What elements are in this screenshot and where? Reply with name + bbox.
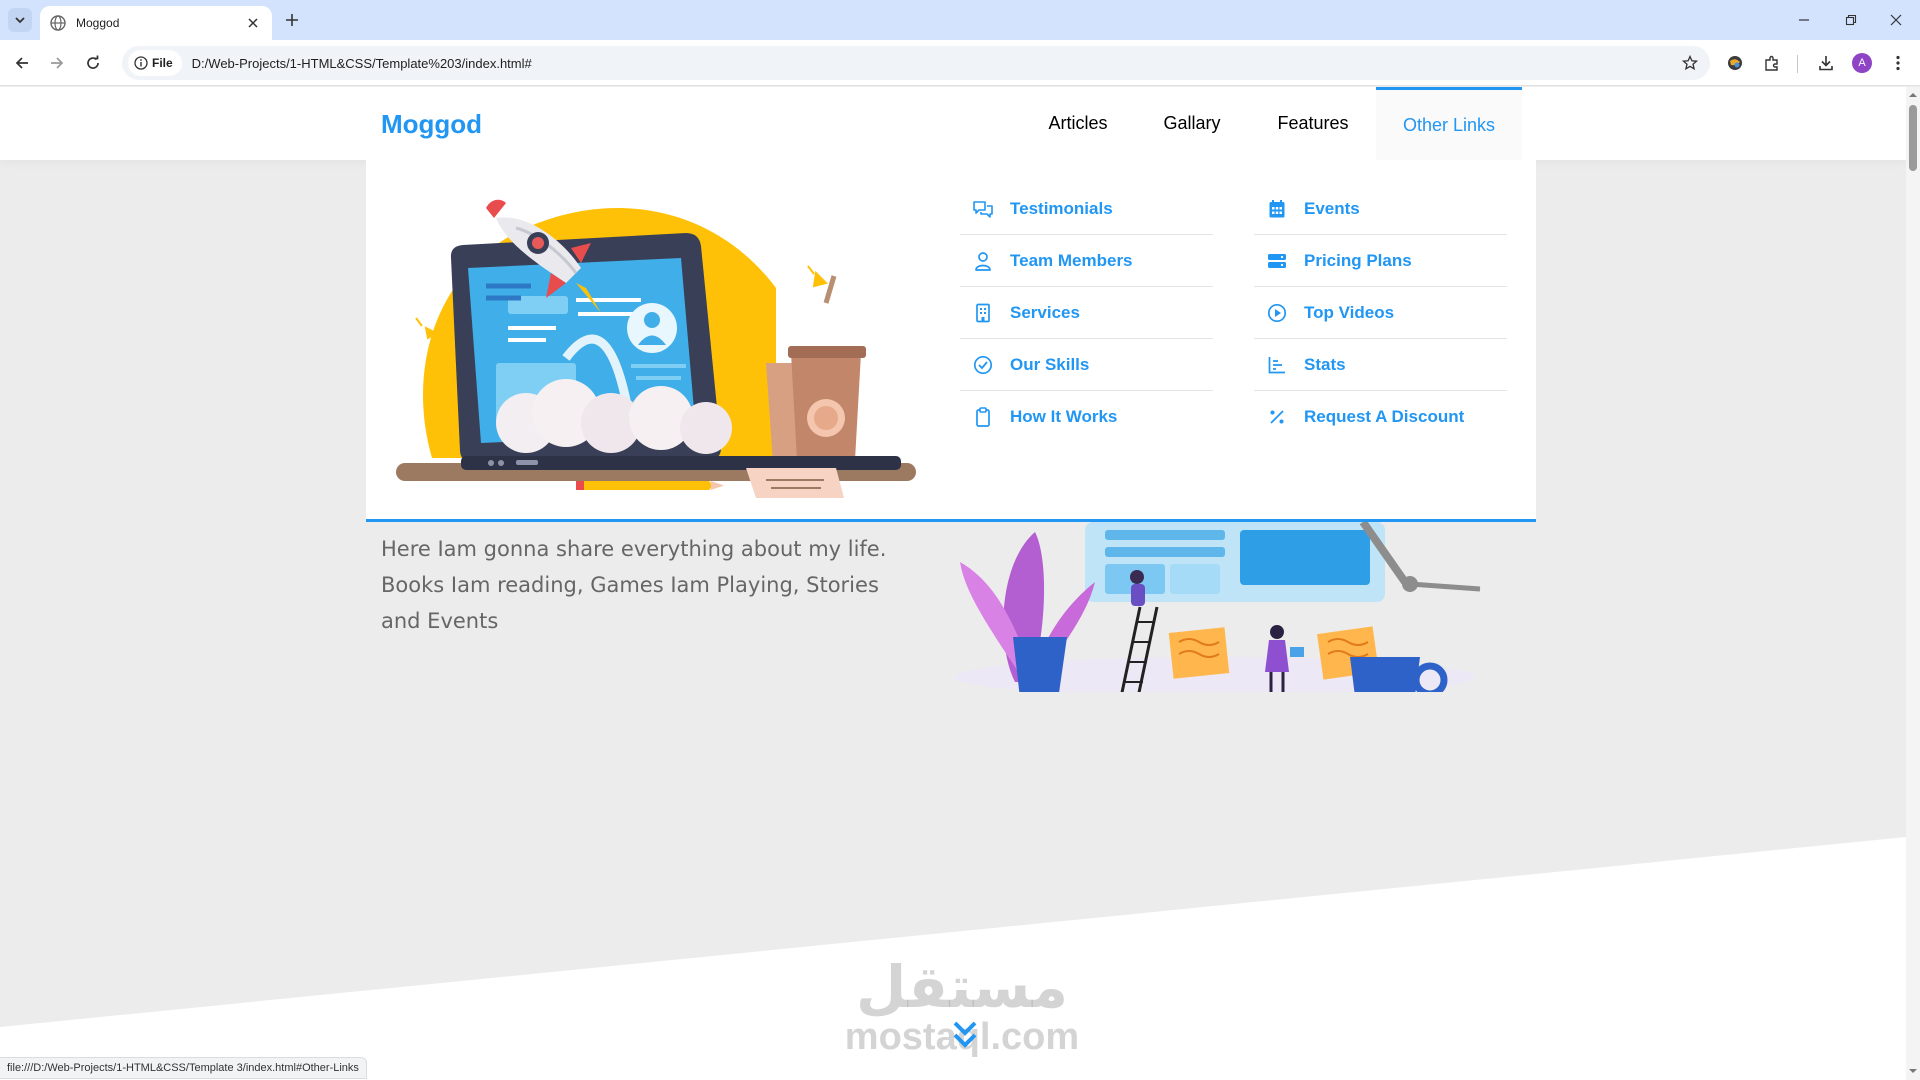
downloads-icon[interactable] xyxy=(1814,51,1838,75)
back-button[interactable] xyxy=(10,51,34,75)
nav-link-gallary[interactable]: Gallary xyxy=(1137,87,1247,160)
mega-link-services[interactable]: Services xyxy=(960,287,1213,339)
scrollbar-thumb[interactable] xyxy=(1909,105,1917,171)
minimize-icon xyxy=(1799,19,1809,21)
clipboard-icon xyxy=(972,406,994,428)
double-chevron-down-icon xyxy=(953,1021,977,1048)
mega-link-label: Team Members xyxy=(1010,250,1133,270)
page-viewport: Moggod Articles Gallary Features Other L… xyxy=(0,87,1906,1080)
mega-menu-column-1: Testimonials Team Members Services Our S… xyxy=(960,183,1213,443)
check-circle-icon xyxy=(972,354,994,376)
toolbar-divider xyxy=(1797,55,1798,73)
forward-button[interactable] xyxy=(45,51,69,75)
kebab-menu-icon[interactable] xyxy=(1886,51,1910,75)
arrow-left-icon xyxy=(15,57,28,69)
nav-link-articles[interactable]: Articles xyxy=(1028,87,1128,160)
comments-icon xyxy=(972,198,994,220)
mega-link-label: Our Skills xyxy=(1010,354,1090,374)
scroll-down-button[interactable] xyxy=(950,1017,980,1053)
page-scrollbar[interactable] xyxy=(1906,87,1920,1080)
extensions-puzzle-icon[interactable] xyxy=(1760,51,1784,75)
profile-avatar[interactable]: A xyxy=(1850,51,1874,75)
reload-button[interactable] xyxy=(81,51,105,75)
mega-link-top-videos[interactable]: Top Videos xyxy=(1254,287,1507,339)
mega-link-label: Events xyxy=(1304,198,1360,218)
site-header: Moggod Articles Gallary Features Other L… xyxy=(0,87,1906,160)
browser-tab[interactable]: Moggod xyxy=(40,6,272,40)
browser-toolbar: File D:/Web-Projects/1-HTML&CSS/Template… xyxy=(0,40,1920,86)
tab-search-button[interactable] xyxy=(8,8,32,32)
watermark-arabic: مستقل xyxy=(855,953,1069,1021)
mega-link-label: Pricing Plans xyxy=(1304,250,1412,270)
mega-link-testimonials[interactable]: Testimonials xyxy=(960,183,1213,235)
server-icon xyxy=(1266,250,1288,272)
mega-menu-column-2: Events Pricing Plans Top Videos Stats Re… xyxy=(1254,183,1507,443)
mega-link-events[interactable]: Events xyxy=(1254,183,1507,235)
chart-bars-icon xyxy=(1266,354,1288,376)
mega-link-pricing-plans[interactable]: Pricing Plans xyxy=(1254,235,1507,287)
mega-link-label: Testimonials xyxy=(1010,198,1113,218)
extension-globe-icon[interactable] xyxy=(1723,51,1747,75)
reload-icon xyxy=(87,55,99,69)
mega-link-label: Stats xyxy=(1304,354,1346,374)
tab-title: Moggod xyxy=(76,16,120,30)
mega-link-how-it-works[interactable]: How It Works xyxy=(960,391,1213,443)
scroll-down-arrow-icon[interactable] xyxy=(1909,1067,1917,1075)
user-icon xyxy=(972,250,994,272)
site-chip-label: File xyxy=(152,56,173,70)
link-status-bar: file:///D:/Web-Projects/1-HTML&CSS/Templ… xyxy=(0,1057,367,1079)
mega-link-our-skills[interactable]: Our Skills xyxy=(960,339,1213,391)
mega-link-stats[interactable]: Stats xyxy=(1254,339,1507,391)
close-icon[interactable] xyxy=(244,14,262,32)
info-icon xyxy=(134,56,148,70)
url-text[interactable]: D:/Web-Projects/1-HTML&CSS/Template%203/… xyxy=(192,56,1678,71)
nav-link-other-links[interactable]: Other Links xyxy=(1376,87,1522,160)
avatar: A xyxy=(1852,53,1872,73)
plus-icon xyxy=(286,14,298,26)
hero-illustration xyxy=(955,522,1481,692)
arrow-right-icon xyxy=(51,57,64,69)
scroll-up-arrow-icon[interactable] xyxy=(1909,91,1917,99)
building-icon xyxy=(972,302,994,324)
mega-link-label: Top Videos xyxy=(1304,302,1395,322)
percent-icon xyxy=(1266,406,1288,428)
minimize-button[interactable] xyxy=(1792,8,1816,32)
globe-icon xyxy=(50,15,66,31)
calendar-icon xyxy=(1266,198,1288,220)
restore-icon xyxy=(1845,14,1857,26)
mega-link-label: Request A Discount xyxy=(1304,407,1465,426)
close-icon xyxy=(1890,14,1902,26)
site-logo[interactable]: Moggod xyxy=(381,109,482,140)
browser-tab-strip: Moggod xyxy=(0,0,1920,40)
rocket-laptop-illustration xyxy=(396,199,916,498)
bookmark-star-icon[interactable] xyxy=(1678,51,1702,75)
mega-link-label: How It Works xyxy=(1010,407,1118,426)
chevron-down-icon xyxy=(15,17,25,24)
close-window-button[interactable] xyxy=(1884,8,1908,32)
restore-button[interactable] xyxy=(1839,8,1863,32)
new-tab-button[interactable] xyxy=(282,10,302,30)
address-bar[interactable]: File D:/Web-Projects/1-HTML&CSS/Template… xyxy=(122,46,1710,80)
play-circle-icon xyxy=(1266,302,1288,324)
site-info-chip[interactable]: File xyxy=(128,50,182,76)
hero-description: Here Iam gonna share everything about my… xyxy=(381,537,887,633)
nav-link-features[interactable]: Features xyxy=(1258,87,1368,160)
mega-link-request-a-discount[interactable]: Request A Discount xyxy=(1254,391,1507,443)
mega-link-team-members[interactable]: Team Members xyxy=(960,235,1213,287)
mega-link-label: Services xyxy=(1010,302,1080,322)
mega-menu: Testimonials Team Members Services Our S… xyxy=(366,160,1536,522)
